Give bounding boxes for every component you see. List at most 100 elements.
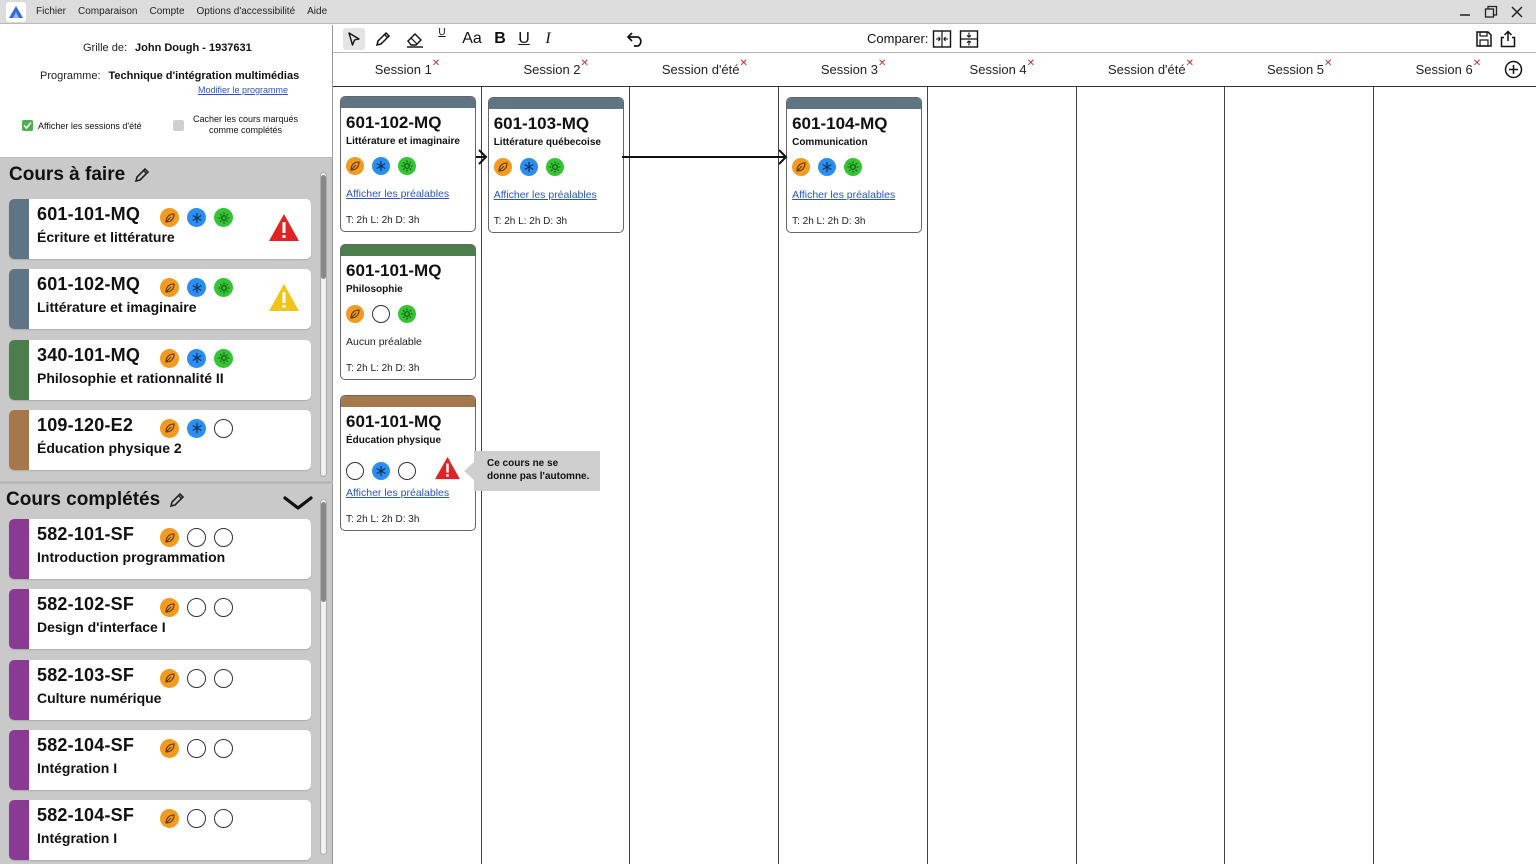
completed-course-item[interactable]: 582-103-SF Culture numérique — [9, 659, 311, 720]
bold-tool[interactable]: B — [491, 28, 509, 50]
remove-session-icon[interactable]: ✕ — [1186, 58, 1194, 69]
season-winter-icon — [187, 348, 206, 368]
underline-tool[interactable]: U — [515, 28, 533, 50]
remove-session-icon[interactable]: ✕ — [581, 58, 589, 69]
warning-yellow-icon[interactable] — [268, 284, 300, 316]
season-winter-icon — [818, 158, 837, 176]
remove-session-icon[interactable]: ✕ — [1324, 58, 1332, 69]
italic-tool[interactable]: I — [539, 28, 557, 50]
save-icon[interactable] — [1473, 28, 1495, 50]
card-seasons — [792, 158, 863, 176]
warning-red-icon[interactable] — [434, 456, 461, 485]
card-course-name: Littérature québecoise — [493, 137, 601, 148]
completed-course-item[interactable]: 582-102-SF Design d'interface I — [9, 589, 311, 650]
todo-course-item[interactable]: 340-101-MQ Philosophie et rationnalité II — [9, 339, 311, 400]
add-session-icon[interactable] — [1504, 60, 1523, 79]
session-column-divider — [1372, 87, 1374, 864]
todo-scrollbar[interactable] — [320, 172, 327, 477]
completed-course-item[interactable]: 582-101-SF Introduction programmation — [9, 519, 311, 579]
compare-side-by-side-icon[interactable] — [931, 28, 953, 50]
course-color-strip — [9, 269, 29, 330]
minimize-icon[interactable] — [1452, 2, 1478, 22]
season-autumn-icon — [160, 208, 179, 227]
season-winter-icon — [372, 461, 390, 480]
undo-icon[interactable] — [625, 28, 647, 50]
completed-course-item[interactable]: 582-104-SF Intégration I — [9, 729, 311, 790]
session-header[interactable]: Session 1✕ — [333, 58, 482, 77]
menu-account[interactable]: Compte — [150, 6, 185, 17]
season-summer-icon — [398, 305, 416, 323]
completed-scroll-thumb[interactable] — [321, 502, 326, 602]
session-header[interactable]: Session d'été✕ — [630, 58, 779, 77]
course-code: 582-104-SF — [37, 805, 135, 826]
share-icon[interactable] — [1497, 28, 1519, 50]
course-card[interactable]: 601-101-MQ Éducation physique Afficher les… — [340, 395, 476, 531]
completed-scrollbar[interactable] — [320, 499, 327, 855]
collapse-chevron-icon[interactable] — [283, 495, 313, 511]
warning-red-icon[interactable] — [268, 214, 300, 246]
session-header[interactable]: Session 6✕ — [1374, 58, 1523, 77]
eraser-tool-icon[interactable] — [403, 28, 427, 50]
show-prerequisites-link[interactable]: Afficher les préalables — [346, 487, 449, 499]
remove-session-icon[interactable]: ✕ — [1027, 58, 1035, 69]
edit-completed-icon[interactable] — [168, 491, 186, 509]
modify-program-link[interactable]: Modifier le programme — [198, 85, 288, 95]
course-card[interactable]: 601-104-MQ Communication Afficher les préa… — [786, 97, 923, 233]
course-color-strip — [9, 199, 29, 259]
todo-title: Cours à faire — [9, 164, 126, 185]
session-header[interactable]: Session d'été✕ — [1077, 58, 1226, 77]
course-item-body: 109-120-E2 Éducation physique 2 — [29, 410, 311, 470]
restore-icon[interactable] — [1478, 2, 1504, 22]
menu-comparison[interactable]: Comparaison — [78, 6, 137, 17]
course-seasons — [160, 418, 233, 438]
remove-session-icon[interactable]: ✕ — [740, 58, 748, 69]
show-summer-checkbox[interactable] — [22, 120, 33, 131]
session-column-divider — [1224, 87, 1226, 864]
todo-course-item[interactable]: 109-120-E2 Éducation physique 2 — [9, 409, 311, 470]
course-card[interactable]: 601-103-MQ Littérature québecoise Afficher… — [487, 97, 624, 233]
todo-course-item[interactable]: 601-102-MQ Littérature et imaginaire — [9, 269, 311, 330]
app-logo-icon[interactable] — [6, 1, 26, 22]
season-unavailable-icon — [214, 809, 233, 829]
course-card[interactable]: 601-102-MQ Littérature et imaginaire Affic… — [340, 96, 476, 232]
menu-file[interactable]: Fichier — [36, 6, 66, 17]
card-course-name: Éducation physique — [346, 435, 442, 446]
session-header[interactable]: Session 3✕ — [779, 58, 928, 77]
course-lists-panel: Cours à faire 601-101-MQ Écriture et litt… — [0, 158, 333, 864]
font-tool[interactable]: Aa — [460, 28, 484, 50]
remove-session-icon[interactable]: ✕ — [1473, 58, 1481, 69]
program-value: Technique d'intégration multimédias — [108, 70, 300, 82]
editor-toolbar: U Aa B U I Comparer: — [333, 25, 1536, 53]
underline-color-icon[interactable]: U — [435, 25, 449, 39]
select-tool-icon[interactable] — [343, 28, 365, 50]
compare-stacked-icon[interactable] — [958, 28, 980, 50]
show-prerequisites-link[interactable]: Afficher les préalables — [494, 189, 597, 201]
session-header[interactable]: Session 4✕ — [928, 58, 1077, 77]
tooltip-line-1: Ce cours ne se — [487, 458, 559, 469]
course-code: 109-120-E2 — [37, 414, 134, 435]
completed-course-item[interactable]: 582-104-SF Intégration I — [9, 800, 311, 861]
course-warning — [268, 213, 300, 247]
course-code: 601-101-MQ — [37, 204, 141, 224]
todo-course-item[interactable]: 601-101-MQ Écriture et littérature — [9, 199, 311, 259]
todo-scroll-thumb[interactable] — [321, 175, 326, 279]
remove-session-icon[interactable]: ✕ — [432, 58, 440, 69]
pencil-tool-icon[interactable] — [372, 28, 394, 50]
show-prerequisites-link[interactable]: Afficher les préalables — [346, 188, 449, 200]
close-icon[interactable] — [1504, 2, 1530, 22]
show-summer-option[interactable]: Afficher les sessions d'été — [22, 120, 142, 131]
session-header[interactable]: Session 5✕ — [1225, 58, 1374, 77]
hide-completed-label-2: comme complétés — [209, 125, 283, 136]
season-autumn-icon — [346, 157, 364, 175]
menu-accessibility[interactable]: Options d'accessibilité — [197, 6, 296, 17]
show-prerequisites-link[interactable]: Afficher les préalables — [792, 189, 895, 201]
season-winter-icon — [187, 278, 206, 298]
course-card[interactable]: 601-101-MQ Philosophie Aucun préalable T: 2… — [340, 244, 476, 380]
menu-help[interactable]: Aide — [307, 6, 327, 17]
hide-completed-checkbox[interactable] — [173, 119, 184, 131]
session-header[interactable]: Session 2✕ — [482, 58, 631, 77]
season-autumn-icon — [160, 668, 179, 688]
edit-todo-icon[interactable] — [133, 166, 151, 184]
remove-session-icon[interactable]: ✕ — [878, 58, 886, 69]
hide-completed-option[interactable]: Cacher les cours marqués comme complétés — [173, 114, 298, 137]
